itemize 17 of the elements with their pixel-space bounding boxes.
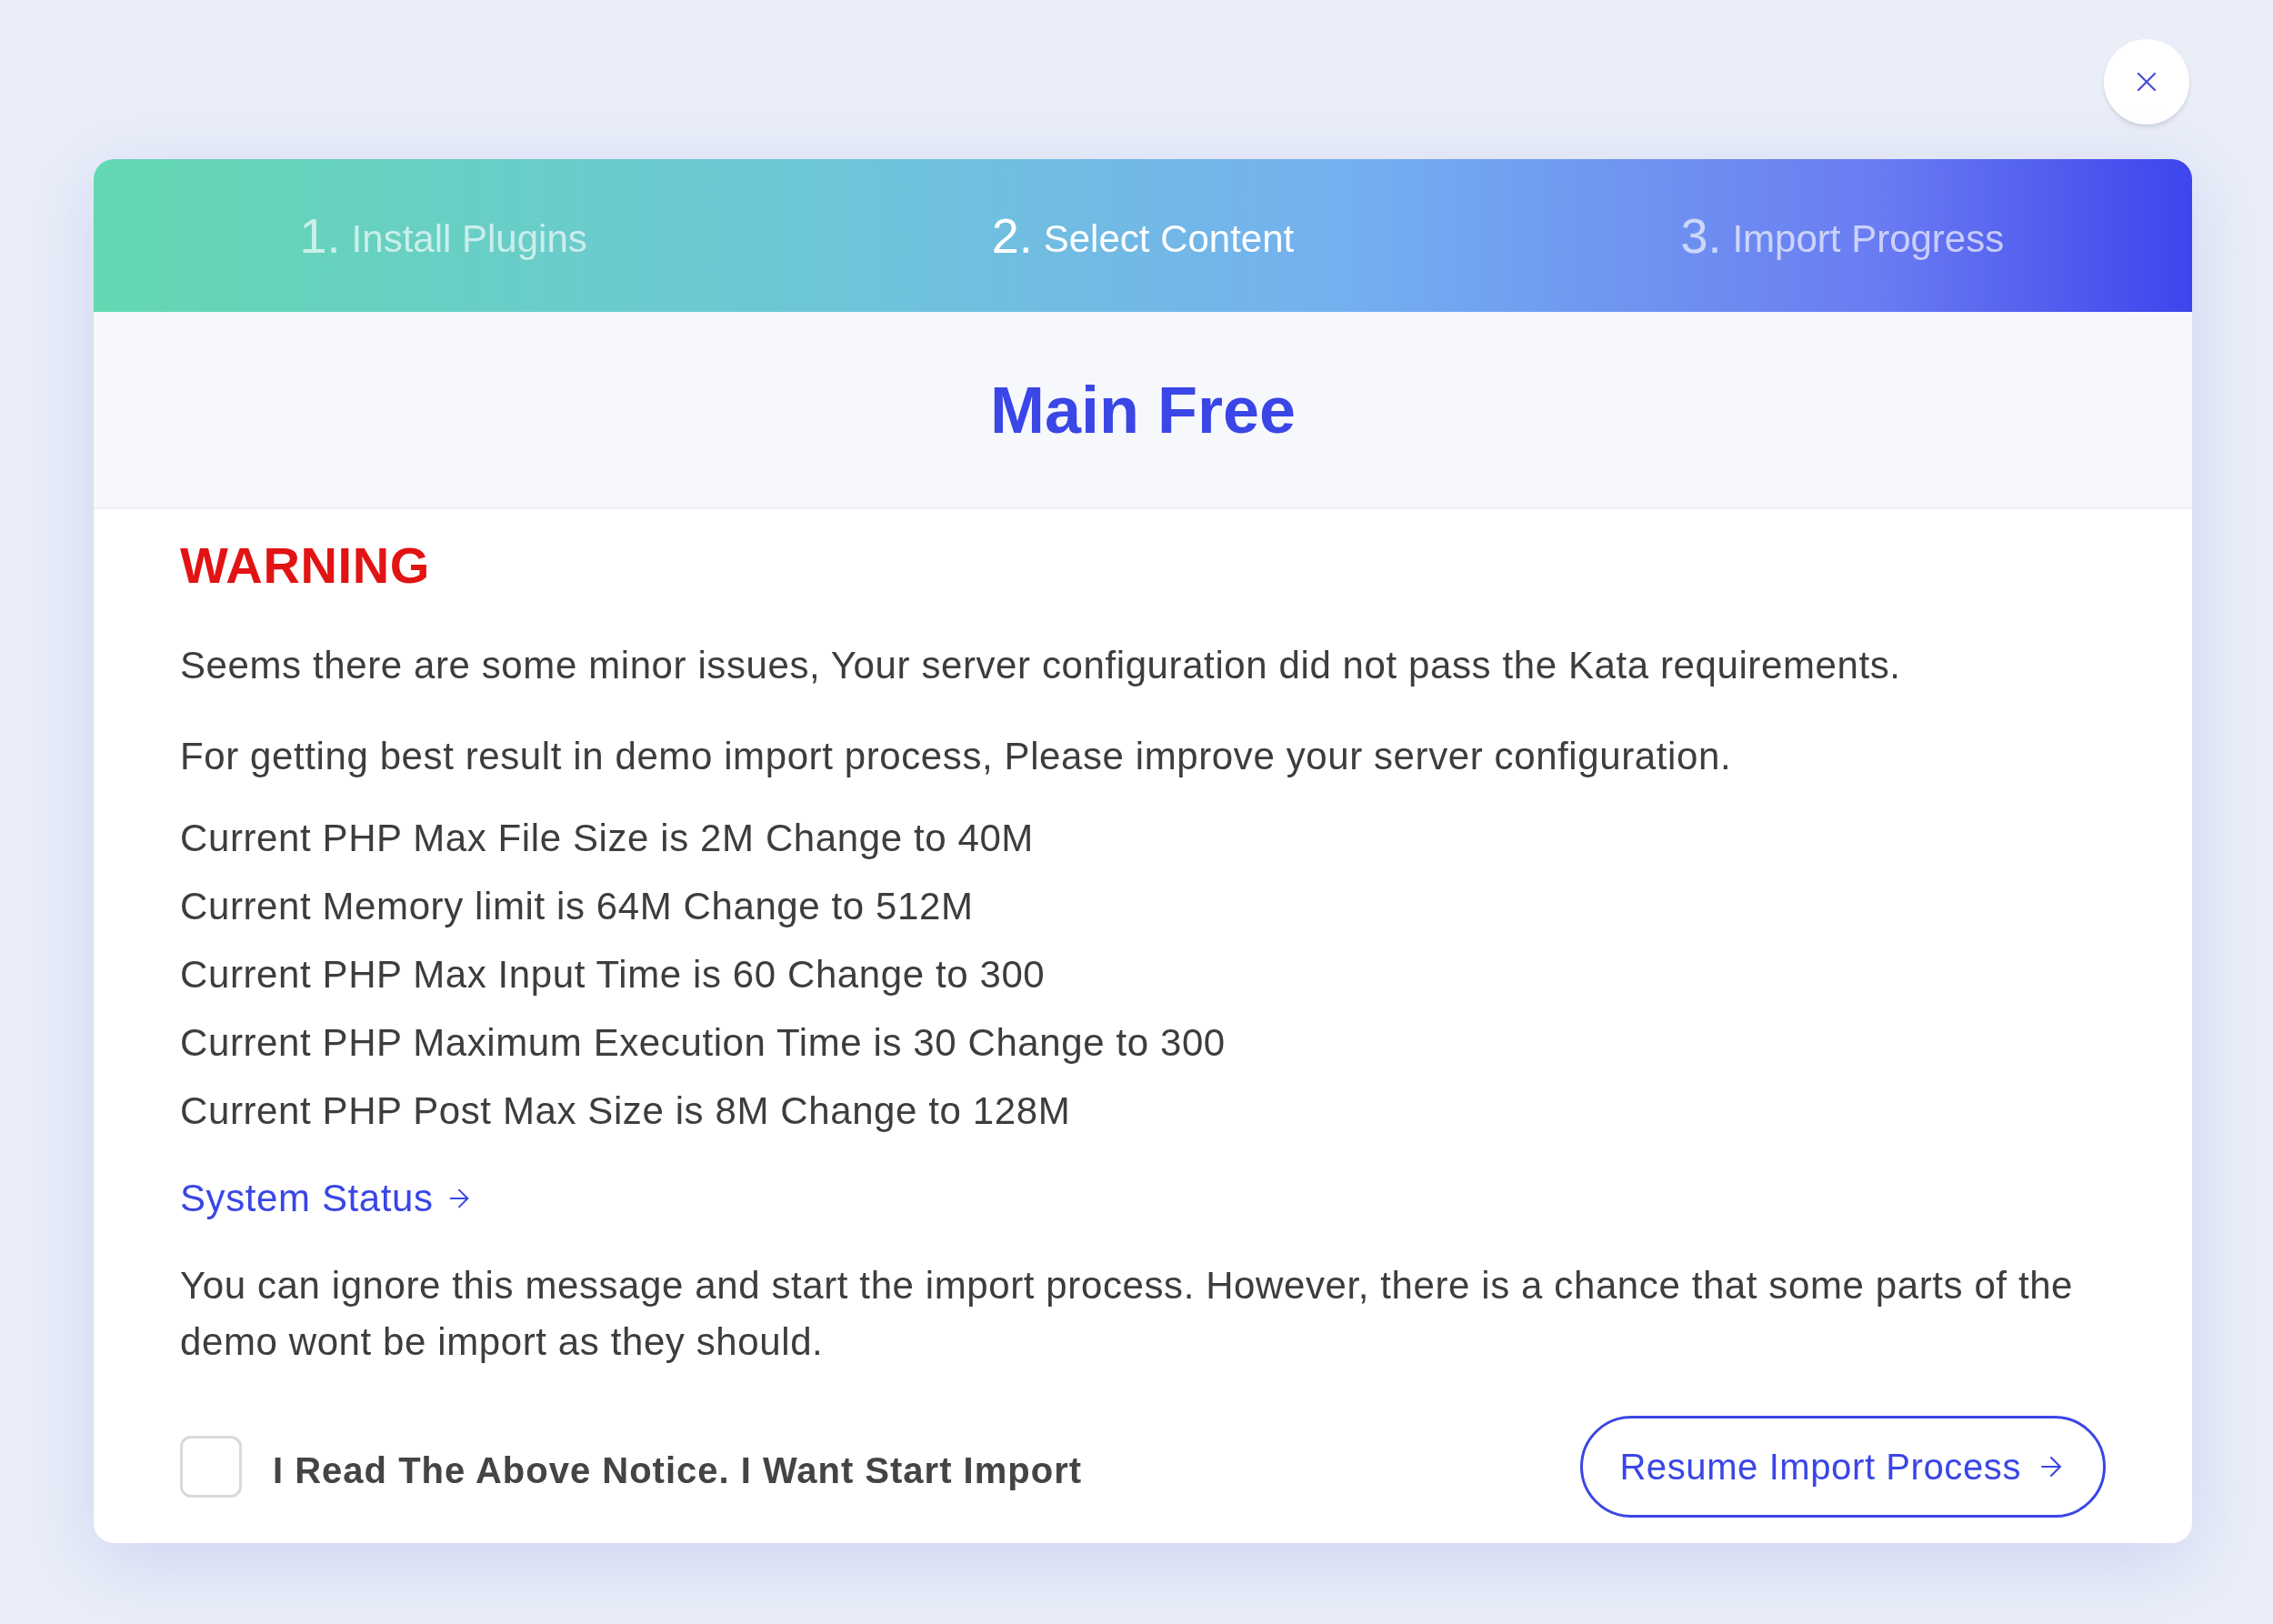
requirement-text: Current PHP Maximum Execution Time is 30 Change to 300 — [180, 1020, 1227, 1066]
consent-label: I Read The Above Notice. I Want Start Import — [273, 1449, 1082, 1492]
requirement-text: Current PHP Max Input Time is 60 Change to 300 — [180, 952, 1046, 997]
step-tab[interactable]: 1. Install Plugins — [94, 159, 794, 312]
requirement-text: Current PHP Post Max Size is 8M Change to 128M — [180, 1088, 1072, 1134]
step-tab[interactable]: 2. Select Content — [793, 159, 1493, 312]
demo-title: Main Free — [989, 372, 1297, 448]
requirement-text: Current PHP Max File Size is 2M Change to 40M — [180, 816, 1035, 861]
resume-import-button[interactable]: Resume Import Process — [1580, 1416, 2106, 1518]
consent-checkbox[interactable] — [180, 1436, 242, 1498]
step-tab[interactable]: 3. Import Progress — [1492, 159, 2192, 312]
requirement-text: Current Memory limit is 64M Change to 512M — [180, 884, 975, 929]
system-status-link[interactable]: System Status — [180, 1169, 474, 1227]
note-text: You can ignore this message and start the import process. However, there is a chance that some parts of the demo wont be import as they should. — [180, 1263, 2075, 1365]
warning-text: For getting best result in demo import process, Please improve your server configuration. — [180, 734, 1733, 779]
warning-heading: WARNING — [180, 536, 431, 596]
warning-text: Seems there are some minor issues, Your server configuration did not pass the Kata requirements. — [180, 643, 1902, 688]
